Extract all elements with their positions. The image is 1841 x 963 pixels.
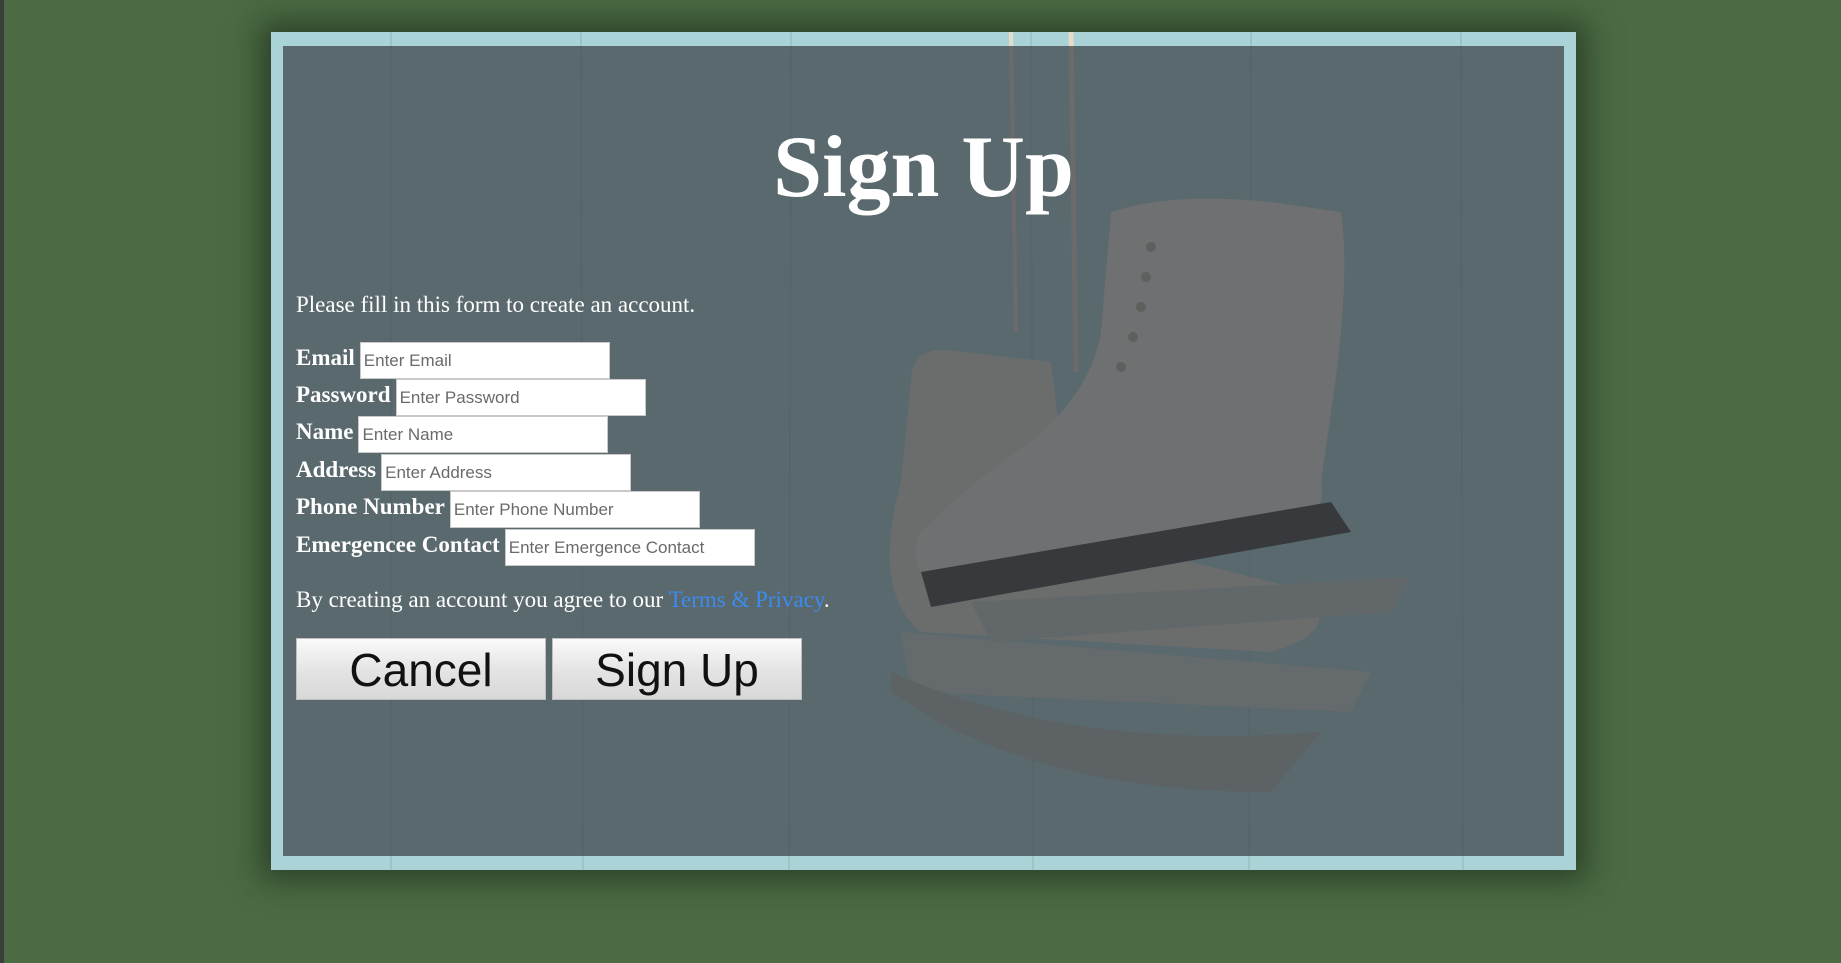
modal-title: Sign Up — [773, 119, 1074, 216]
emergency-contact-field[interactable] — [504, 529, 755, 566]
password-field[interactable] — [395, 379, 646, 416]
emergency-contact-label: Emergencee Contact — [296, 531, 500, 557]
signup-button[interactable]: Sign Up — [552, 638, 802, 700]
name-field[interactable] — [358, 416, 609, 453]
terms-suffix: . — [823, 587, 830, 612]
email-row: Email — [296, 342, 610, 379]
name-label: Name — [296, 418, 354, 444]
password-label: Password — [296, 381, 391, 407]
address-field[interactable] — [381, 454, 632, 491]
window-edge — [0, 0, 4, 963]
email-label: Email — [296, 344, 355, 370]
phone-number-row: Phone Number — [296, 491, 700, 528]
terms-privacy-link[interactable]: Terms & Privacy — [669, 587, 824, 612]
password-row: Password — [296, 379, 646, 416]
terms-notice: By creating an account you agree to our … — [296, 586, 830, 614]
emergency-contact-row: Emergencee Contact — [296, 529, 755, 566]
name-row: Name — [296, 416, 609, 453]
terms-prefix: By creating an account you agree to our — [296, 587, 669, 612]
email-field[interactable] — [359, 342, 610, 379]
page: Sign Up Please fill in this form to crea… — [0, 0, 1841, 963]
phone-number-label: Phone Number — [296, 493, 445, 519]
phone-number-field[interactable] — [449, 491, 700, 528]
address-label: Address — [296, 456, 377, 482]
address-row: Address — [296, 454, 632, 491]
form-intro-text: Please fill in this form to create an ac… — [296, 292, 696, 317]
cancel-button[interactable]: Cancel — [296, 638, 546, 700]
